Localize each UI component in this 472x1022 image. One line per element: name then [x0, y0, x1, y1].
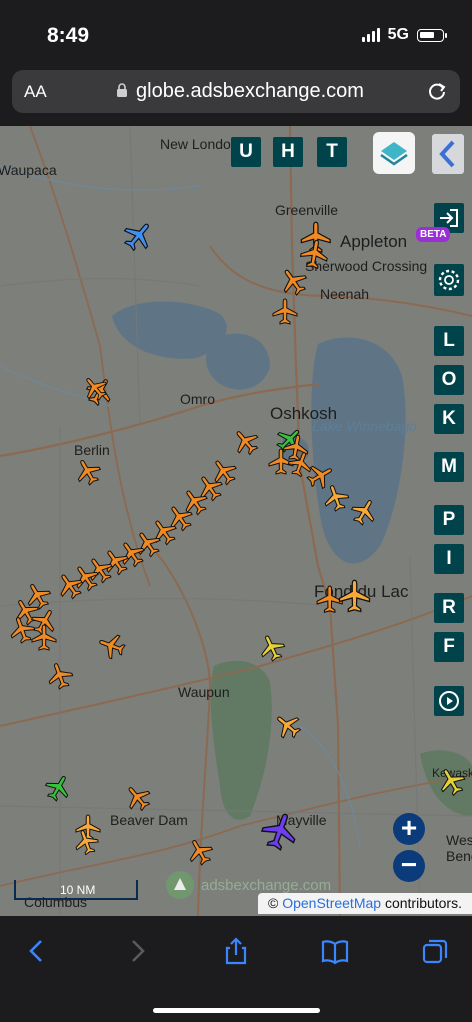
cellular-signal-icon	[361, 28, 380, 42]
aircraft-icon[interactable]	[122, 220, 154, 252]
town-label: Appleton	[340, 232, 408, 251]
aircraft-icon[interactable]	[124, 784, 152, 812]
u-toggle-button[interactable]: U	[231, 137, 261, 167]
lake-label: Lake Winnebago	[312, 418, 417, 434]
town-label: Waupaca	[0, 162, 57, 178]
forward-icon[interactable]	[122, 936, 152, 966]
status-indicators: 5G	[361, 26, 447, 44]
p-toggle-button[interactable]: P	[434, 505, 464, 535]
gear-icon	[438, 269, 460, 291]
aircraft-icon[interactable]	[337, 579, 372, 614]
aircraft-icon[interactable]	[56, 572, 84, 600]
chevron-left-icon	[439, 140, 455, 168]
h-toggle-button[interactable]: H	[273, 137, 303, 167]
aircraft-icon[interactable]	[30, 624, 58, 652]
aircraft-icon[interactable]	[350, 498, 378, 526]
url-text[interactable]: globe.adsbexchange.com	[136, 80, 364, 103]
aircraft-icon[interactable]	[232, 428, 260, 456]
aircraft-icon[interactable]	[260, 812, 299, 852]
m-toggle-button[interactable]: M	[434, 452, 464, 482]
aircraft-icon[interactable]	[46, 662, 74, 690]
beta-badge: BETA	[416, 227, 451, 242]
aircraft-icon[interactable]	[44, 774, 72, 802]
home-indicator	[153, 1008, 320, 1013]
scale-bar: 10 NM	[14, 880, 138, 900]
settings-button[interactable]	[434, 264, 464, 296]
watermark-text: adsbexchange.com	[201, 876, 332, 894]
status-bar: 8:49 5G	[0, 0, 472, 62]
town-label: Beaver Dam	[110, 812, 188, 828]
town-label: West Bend	[446, 832, 472, 864]
replay-icon	[439, 691, 459, 711]
replay-button[interactable]	[434, 686, 464, 716]
f-toggle-button[interactable]: F	[434, 632, 464, 662]
attribution-suffix: contributors.	[384, 895, 462, 911]
address-bar[interactable]: AA globe.adsbexchange.com	[12, 70, 460, 113]
tabs-icon[interactable]	[420, 936, 450, 966]
town-label: Waupun	[178, 684, 230, 700]
i-toggle-button[interactable]: I	[434, 544, 464, 574]
town-label: Omro	[180, 391, 215, 407]
network-type: 5G	[387, 26, 409, 43]
map-attribution: © OpenStreetMap contributors.	[258, 893, 472, 914]
aircraft-icon[interactable]	[73, 829, 100, 856]
battery-icon	[417, 28, 447, 42]
r-toggle-button[interactable]: R	[434, 593, 464, 623]
browser-toolbar	[0, 916, 472, 1022]
reload-icon[interactable]	[426, 80, 448, 102]
aircraft-icon[interactable]	[74, 458, 102, 486]
back-icon[interactable]	[22, 936, 52, 966]
town-label: Greenville	[275, 202, 339, 218]
layers-icon	[380, 142, 408, 166]
zoom-in-button[interactable]: +	[393, 813, 425, 845]
collapse-sidebar-button[interactable]	[432, 134, 464, 174]
town-label: Neenah	[320, 286, 370, 302]
aircraft-icon[interactable]	[437, 767, 466, 797]
aircraft-icon[interactable]	[271, 298, 299, 326]
share-icon[interactable]	[221, 936, 251, 966]
scale-label: 10 NM	[60, 883, 96, 897]
k-toggle-button[interactable]: K	[434, 404, 464, 434]
l-toggle-button[interactable]: L	[434, 326, 464, 356]
aircraft-icon[interactable]	[279, 267, 308, 297]
t-toggle-button[interactable]: T	[317, 137, 347, 167]
town-label: New London	[160, 136, 239, 152]
zoom-out-button[interactable]: −	[393, 850, 425, 882]
bookmarks-icon[interactable]	[320, 936, 350, 966]
aircraft-icon[interactable]	[322, 484, 350, 512]
aircraft-icon[interactable]	[299, 239, 330, 270]
aircraft-icon[interactable]	[98, 632, 126, 660]
layers-button[interactable]	[373, 132, 415, 174]
copyright-symbol: ©	[268, 895, 279, 911]
adsbexchange-logo-icon	[166, 871, 194, 899]
aircraft-icon[interactable]	[186, 838, 214, 866]
openstreetmap-link[interactable]: OpenStreetMap	[282, 895, 381, 911]
aircraft-icon[interactable]	[274, 712, 302, 740]
text-size-button[interactable]: AA	[24, 82, 47, 102]
town-label: Berlin	[74, 442, 110, 458]
o-toggle-button[interactable]: O	[434, 365, 464, 395]
aircraft-icon[interactable]	[82, 375, 109, 402]
status-time: 8:49	[47, 24, 90, 47]
map-view[interactable]: New London Waupaca Greenville Appleton S…	[0, 126, 472, 916]
aircraft-icon[interactable]	[258, 634, 286, 662]
lock-icon	[117, 83, 127, 97]
